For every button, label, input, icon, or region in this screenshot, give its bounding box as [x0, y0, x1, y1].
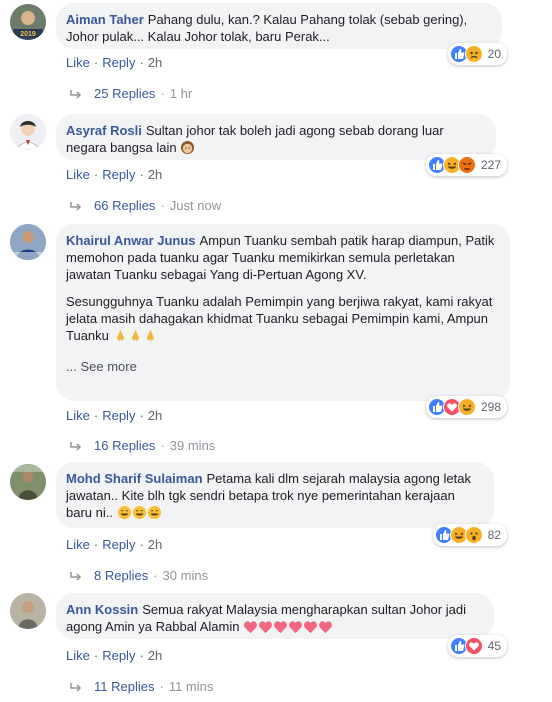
view-replies-link[interactable]: 16 Replies · 39 mins: [70, 438, 215, 454]
reaction-summary[interactable]: 82: [432, 524, 507, 546]
heart-emoji: [319, 621, 333, 634]
heart-emoji: [244, 621, 258, 634]
comment-actions: Like · Reply · 2h: [66, 648, 163, 663]
comment-time[interactable]: 2h: [148, 408, 162, 423]
love-reaction-icon: [464, 637, 483, 655]
replies-time: 30 mins: [162, 568, 209, 583]
reaction-count: 298: [480, 400, 501, 414]
like-button[interactable]: Like: [66, 55, 90, 70]
woman-emoji: [181, 140, 195, 155]
replies-time: 11 mins: [168, 679, 214, 694]
comment-bubble: Khairul Anwar Junus Ampun Tuanku sembah p…: [56, 224, 510, 401]
heart-emoji: [289, 621, 303, 634]
wow-reaction-icon: [464, 526, 483, 544]
reaction-summary[interactable]: 45: [447, 635, 507, 657]
reaction-summary[interactable]: 20: [447, 43, 507, 65]
reaction-count: 20: [487, 47, 501, 61]
avatar[interactable]: [10, 114, 46, 150]
comment-author[interactable]: Mohd Sharif Sulaiman: [66, 471, 203, 486]
replies-count[interactable]: 11 Replies: [94, 679, 154, 694]
comment-author[interactable]: Ann Kossin: [66, 602, 138, 617]
view-replies-link[interactable]: 8 Replies · 30 mins: [70, 568, 208, 584]
like-button[interactable]: Like: [66, 408, 90, 423]
comment-actions: Like · Reply · 2h: [66, 408, 163, 423]
comment-author[interactable]: Khairul Anwar Junus: [66, 233, 196, 248]
reply-arrow-icon: [70, 89, 82, 99]
comment-time[interactable]: 2h: [148, 537, 162, 552]
like-button[interactable]: Like: [66, 537, 90, 552]
comment-actions: Like · Reply · 2h: [66, 167, 163, 182]
comment-bubble: Aiman Taher Pahang dulu, kan.? Kalau Paha…: [56, 3, 502, 49]
replies-count[interactable]: 8 Replies: [94, 568, 148, 583]
comment-author[interactable]: Asyraf Rosli: [66, 123, 142, 138]
reaction-count: 45: [487, 639, 501, 653]
replies-time: 39 mins: [169, 438, 216, 453]
avatar[interactable]: [10, 464, 46, 500]
comment-time[interactable]: 2h: [148, 167, 162, 182]
grinning-emoji: [132, 505, 146, 520]
like-button[interactable]: Like: [66, 648, 90, 663]
heart-emoji: [304, 621, 318, 634]
reaction-count: 227: [480, 158, 501, 172]
comment-time[interactable]: 2h: [148, 55, 162, 70]
grinning-emoji: [147, 505, 161, 520]
reply-arrow-icon: [70, 201, 82, 211]
comment-bubble: Asyraf Rosli Sultan johor tak boleh jadi …: [56, 114, 496, 160]
reply-arrow-icon: [70, 441, 82, 451]
avatar-label: 2019: [20, 31, 36, 38]
replies-count[interactable]: 66 Replies: [94, 198, 155, 213]
avatar[interactable]: 2019: [10, 4, 46, 40]
reply-button[interactable]: Reply: [102, 55, 135, 70]
comment-bubble: Ann Kossin Semua rakyat Malaysia menghara…: [56, 593, 494, 639]
avatar[interactable]: [10, 593, 46, 629]
reaction-count: 82: [487, 528, 501, 542]
avatar[interactable]: [10, 224, 46, 260]
comment-actions: Like · Reply · 2h: [66, 55, 163, 70]
grinning-emoji: [117, 505, 131, 520]
comment-author[interactable]: Aiman Taher: [66, 12, 144, 27]
comment-bubble: Mohd Sharif Sulaiman Petama kali dlm seja…: [56, 462, 494, 528]
heart-emoji: [259, 621, 273, 634]
heart-emoji: [274, 621, 288, 634]
replies-time: Just now: [169, 198, 222, 213]
view-replies-link[interactable]: 25 Replies · 1 hr: [70, 86, 192, 102]
reply-button[interactable]: Reply: [102, 648, 135, 663]
reply-button[interactable]: Reply: [102, 537, 135, 552]
reply-button[interactable]: Reply: [102, 167, 135, 182]
comment-time[interactable]: 2h: [148, 648, 162, 663]
folded-hands-emoji: [131, 329, 139, 342]
folded-hands-emoji: [146, 329, 154, 342]
sad-reaction-icon: [464, 45, 483, 63]
view-replies-link[interactable]: 11 Replies · 11 mins: [70, 679, 213, 695]
reaction-summary[interactable]: 298: [425, 396, 507, 418]
angry-reaction-icon: [457, 156, 476, 174]
see-more-ellipsis: ...: [66, 359, 77, 374]
replies-count[interactable]: 25 Replies: [94, 86, 155, 101]
view-replies-link[interactable]: 66 Replies · Just now: [70, 198, 221, 214]
folded-hands-emoji: [116, 329, 124, 342]
reply-button[interactable]: Reply: [102, 408, 135, 423]
see-more-link[interactable]: See more: [80, 359, 136, 374]
replies-count[interactable]: 16 Replies: [94, 438, 155, 453]
haha-reaction-icon: [457, 398, 476, 416]
reply-arrow-icon: [70, 682, 82, 692]
reply-arrow-icon: [70, 571, 82, 581]
reaction-summary[interactable]: 227: [425, 154, 507, 176]
replies-time: 1 hr: [169, 86, 193, 101]
like-button[interactable]: Like: [66, 167, 90, 182]
comment-actions: Like · Reply · 2h: [66, 537, 163, 552]
